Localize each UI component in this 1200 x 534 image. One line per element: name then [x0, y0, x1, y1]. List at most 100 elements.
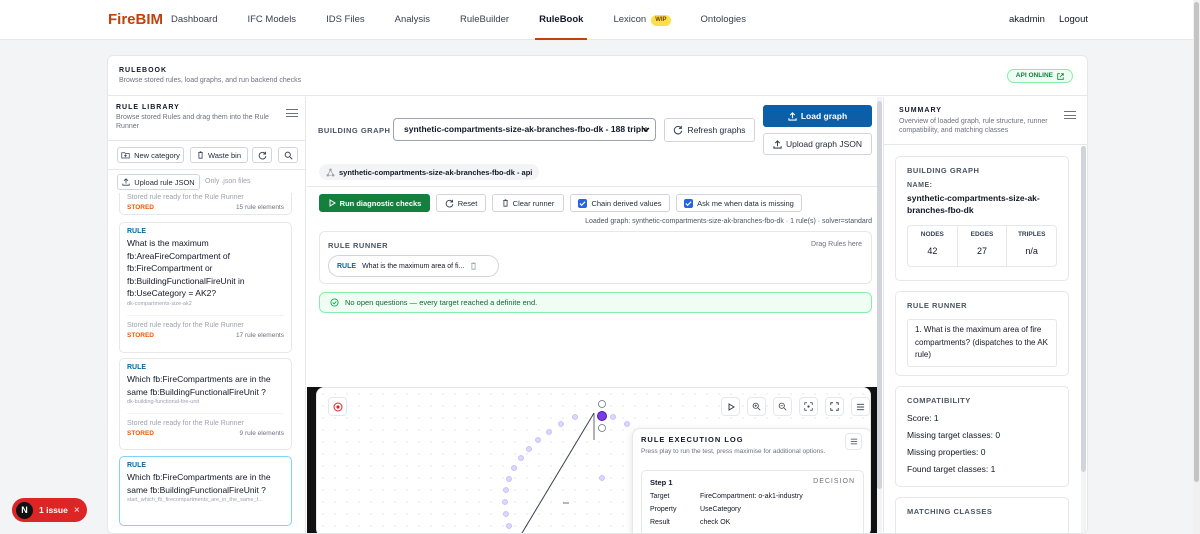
refresh-icon [674, 125, 683, 135]
graph-edge [521, 412, 595, 533]
load-graph-button[interactable]: Load graph [763, 105, 872, 127]
rule-element-count: 15 rule elements [235, 204, 284, 211]
nav-lexicon[interactable]: Lexicon WIP [613, 0, 671, 40]
rule-card[interactable]: RULE What is the maximum fb:AreaFireComp… [119, 222, 292, 353]
page-scrollbar-thumb[interactable] [1194, 2, 1199, 482]
upload-rule-button[interactable]: Upload rule JSON [117, 174, 200, 190]
trash-icon[interactable] [470, 262, 477, 270]
search-library-button[interactable] [278, 147, 298, 163]
summary-scrollbar[interactable] [1081, 146, 1086, 533]
nav-ids-files[interactable]: IDS Files [326, 0, 365, 40]
nav-dashboard[interactable]: Dashboard [171, 0, 217, 40]
graph-stats: NODES 42 EDGES 27 TRIPLES n/a [907, 225, 1057, 267]
stat-value: 42 [927, 246, 938, 256]
wip-badge: WIP [651, 14, 671, 26]
center-scrollbar-thumb[interactable] [877, 101, 882, 489]
checkbox-checked[interactable] [578, 198, 588, 208]
run-diagnostic-button[interactable]: Run diagnostic checks [319, 194, 430, 212]
execution-log-subtitle: Press play to run the test, press maximi… [641, 448, 826, 455]
divider [127, 314, 284, 316]
refresh-library-button[interactable] [252, 147, 272, 163]
compat-missing-classes: Missing target classes: 0 [907, 430, 1001, 440]
center-panel: BUILDING GRAPH synthetic-compartments-si… [307, 97, 882, 533]
logout-link[interactable]: Logout [1059, 14, 1088, 25]
graph-chip-label: synthetic-compartments-size-ak-branches-… [339, 167, 533, 177]
rule-card[interactable]: RULE Which fb:FireCompartments are in th… [119, 358, 292, 450]
stat-label: EDGES [970, 231, 994, 238]
runner-rule-text: What is the maximum area of fi... [362, 262, 465, 270]
summary-subtitle: Overview of loaded graph, rule structure… [899, 118, 1048, 134]
graph-chip[interactable]: synthetic-compartments-size-ak-branches-… [319, 164, 540, 180]
chevron-down-icon [642, 127, 650, 132]
drag-hint: Drag Rules here [811, 241, 862, 248]
rule-list[interactable]: Stored rule ready for the Rule Runner ST… [108, 193, 306, 533]
status-message: No open questions — every target reached… [319, 292, 872, 313]
rule-footer: STORED 9 rule elements [127, 430, 284, 437]
reset-button[interactable]: Reset [436, 194, 486, 212]
upload-icon [122, 178, 130, 186]
ask-missing-label: Ask me when data is missing [697, 198, 794, 208]
runner-summary-item: 1. What is the maximum area of fire comp… [907, 319, 1057, 367]
upload-graph-button[interactable]: Upload graph JSON [763, 133, 872, 155]
rule-card-selected[interactable]: RULE Which fb:FireCompartments are in th… [119, 456, 292, 526]
summary-menu-icon[interactable] [1064, 111, 1076, 121]
graph-select[interactable]: synthetic-compartments-size-ak-branches-… [393, 118, 656, 141]
building-graph-label: BUILDING GRAPH [318, 126, 391, 135]
runner-rule-chip[interactable]: RULE What is the maximum area of fi... [328, 255, 499, 277]
log-key: Target [650, 493, 670, 500]
divider [884, 144, 1087, 145]
new-category-button[interactable]: New category [117, 147, 184, 163]
rule-ready: Stored rule ready for the Rule Runner [127, 321, 244, 329]
refresh-graphs-button[interactable]: Refresh graphs [664, 118, 755, 142]
summary-scrollbar-thumb[interactable] [1081, 146, 1086, 472]
clear-runner-label: Clear runner [512, 198, 555, 208]
summary-panel: SUMMARY Overview of loaded graph, rule s… [883, 97, 1087, 533]
username[interactable]: akadmin [1009, 14, 1045, 25]
graph-select-value: synthetic-compartments-size-ak-branches-… [404, 124, 649, 134]
api-status-badge[interactable]: API ONLINE [1006, 69, 1073, 83]
page-scrollbar[interactable] [1193, 0, 1200, 534]
brand-logo[interactable]: FireBIM [108, 11, 163, 28]
library-menu-icon[interactable] [286, 109, 298, 119]
rule-tag: RULE [127, 364, 147, 371]
status-message-text: No open questions — every target reached… [345, 298, 538, 307]
nav-rulebook[interactable]: RuleBook [535, 0, 588, 40]
check-icon [685, 200, 692, 206]
nav-ifc-models[interactable]: IFC Models [247, 0, 296, 40]
upload-hint: Only .json files [205, 178, 251, 185]
log-menu-button[interactable] [845, 433, 862, 450]
chain-derived-toggle[interactable]: Chain derived values [570, 194, 670, 212]
center-scrollbar[interactable] [877, 97, 882, 533]
rule-card[interactable]: Stored rule ready for the Rule Runner ST… [119, 193, 292, 215]
loaded-graph-info: Loaded graph: synthetic-compartments-siz… [585, 218, 872, 225]
rulebook-subtitle: Browse stored rules, load graphs, and ru… [119, 77, 302, 84]
run-diagnostic-label: Run diagnostic checks [339, 198, 422, 208]
rulebook-kicker: RULEBOOK [119, 67, 168, 74]
nav-rulebuilder[interactable]: RuleBuilder [460, 0, 509, 40]
close-icon[interactable]: × [74, 505, 80, 516]
reset-icon [445, 199, 454, 207]
rule-tag: RULE [127, 228, 147, 235]
upload-rule-label: Upload rule JSON [134, 177, 195, 187]
rule-runner-panel[interactable]: RULE RUNNER Drag Rules here RULE What is… [319, 231, 872, 284]
ask-missing-toggle[interactable]: Ask me when data is missing [676, 194, 802, 212]
graph-node-root[interactable] [597, 400, 607, 432]
waste-bin-button[interactable]: Waste bin [190, 147, 248, 163]
execution-log-panel[interactable]: RULE EXECUTION LOG Press play to run the… [632, 428, 870, 533]
nav-analysis[interactable]: Analysis [395, 0, 430, 40]
checkbox-checked[interactable] [684, 198, 694, 208]
runner-rule-tag: RULE [337, 262, 357, 270]
check-circle-icon [330, 298, 339, 307]
rule-ready: Stored rule ready for the Rule Runner [127, 194, 244, 201]
rule-element-count: 17 rule elements [235, 331, 284, 339]
clear-runner-button[interactable]: Clear runner [492, 194, 564, 212]
divider [108, 169, 306, 170]
rule-runner-title: RULE RUNNER [328, 241, 389, 250]
issue-badge[interactable]: N 1 issue × [12, 498, 87, 522]
rule-slug: start_which_fb_firecompartments_are_in_t… [127, 497, 263, 503]
log-step-title: Step 1 [650, 478, 673, 487]
graph-canvas[interactable]: RULE EXECUTION LOG Press play to run the… [316, 387, 871, 533]
nav-ontologies[interactable]: Ontologies [701, 0, 746, 40]
chain-derived-label: Chain derived values [591, 198, 662, 208]
api-status-label: API ONLINE [1015, 72, 1053, 79]
